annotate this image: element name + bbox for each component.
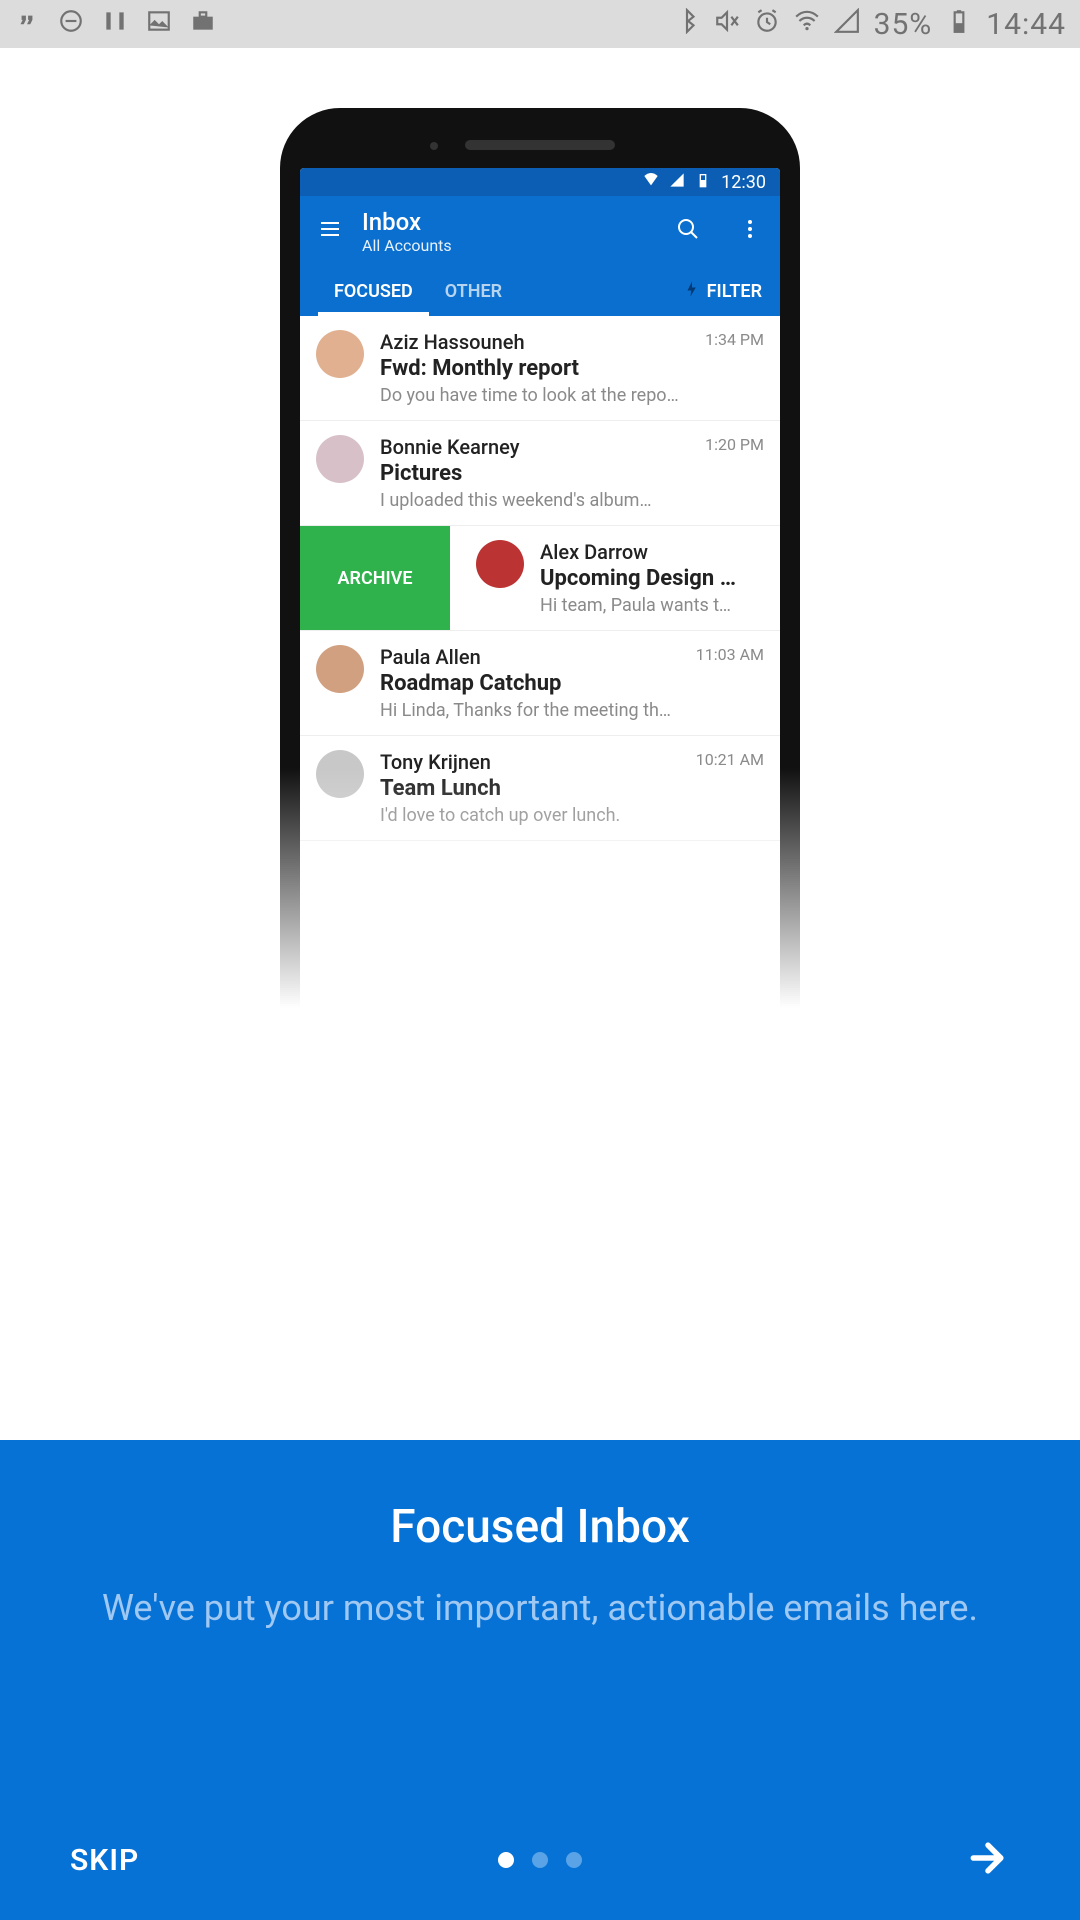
preview: Hi Linda, Thanks for the meeting this… [380, 700, 672, 721]
tab-focused-label: FOCUSED [334, 281, 413, 302]
phone-mock: 12:30 Inbox All Accounts FOCUSED OTHER [220, 108, 860, 1008]
appbar-title: Inbox [362, 208, 452, 236]
wifi-icon [794, 7, 820, 42]
sender: Alex Darrow [540, 540, 740, 564]
time: 1:34 PM [705, 330, 764, 349]
mock-tabs: FOCUSED OTHER FILTER [300, 266, 780, 316]
phone-sensor-dot [430, 142, 438, 150]
battery-icon [695, 172, 711, 193]
appbar-subtitle: All Accounts [362, 236, 452, 255]
skip-button[interactable]: SKIP [70, 1843, 139, 1878]
subject: Roadmap Catchup [380, 671, 672, 696]
tab-focused[interactable]: FOCUSED [318, 266, 429, 316]
wifi-icon [643, 172, 659, 193]
do-not-disturb-icon [58, 7, 84, 42]
search-icon[interactable] [676, 217, 700, 245]
overflow-menu-icon[interactable] [738, 217, 762, 245]
preview: Do you have time to look at the report… [380, 385, 681, 406]
clock-text: 14:44 [986, 7, 1066, 42]
briefcase-icon [190, 7, 216, 42]
preview: I uploaded this weekend's album… [380, 490, 681, 511]
avatar [476, 540, 524, 588]
preview: Hi team, Paula wants to do [540, 595, 740, 616]
quote-icon [14, 7, 40, 42]
sender: Aziz Hassouneh [380, 330, 681, 354]
time: 1:20 PM [705, 435, 764, 454]
carrier-icon [102, 7, 128, 42]
page-indicator [498, 1852, 582, 1868]
message-row[interactable]: Bonnie Kearney Pictures I uploaded this … [300, 421, 780, 526]
avatar [316, 435, 364, 483]
picture-icon [146, 7, 172, 42]
battery-percentage: 35% [874, 7, 933, 42]
message-list: Aziz Hassouneh Fwd: Monthly report Do yo… [300, 316, 780, 1008]
time: 11:03 AM [696, 645, 764, 664]
tab-other[interactable]: OTHER [429, 266, 518, 316]
phone-speaker [465, 140, 615, 150]
mock-appbar: Inbox All Accounts [300, 196, 780, 266]
sender: Tony Krijnen [380, 750, 672, 774]
onboarding-screen: 12:30 Inbox All Accounts FOCUSED OTHER [0, 48, 1080, 1920]
signal-icon [834, 7, 860, 42]
avatar [316, 330, 364, 378]
alarm-icon [754, 7, 780, 42]
message-row-swiped[interactable]: ARCHIVE Alex Darrow Upcoming Design Revi… [300, 526, 780, 631]
signal-icon [669, 172, 685, 193]
arrow-right-icon [966, 1865, 1010, 1884]
sender: Bonnie Kearney [380, 435, 681, 459]
page-dot-3[interactable] [566, 1852, 582, 1868]
phone-screen: 12:30 Inbox All Accounts FOCUSED OTHER [300, 168, 780, 1008]
avatar [316, 645, 364, 693]
mock-status-bar: 12:30 [300, 168, 780, 196]
message-row[interactable]: Aziz Hassouneh Fwd: Monthly report Do yo… [300, 316, 780, 421]
page-dot-1[interactable] [498, 1852, 514, 1868]
hamburger-icon[interactable] [318, 217, 342, 245]
sender: Paula Allen [380, 645, 672, 669]
page-dot-2[interactable] [532, 1852, 548, 1868]
filter-label: FILTER [707, 281, 762, 302]
archive-label: ARCHIVE [338, 568, 413, 589]
battery-icon [946, 7, 972, 42]
host-status-bar: 35% 14:44 [0, 0, 1080, 48]
next-button[interactable] [966, 1836, 1010, 1884]
lightning-icon [683, 280, 701, 303]
archive-action[interactable]: ARCHIVE [300, 526, 450, 630]
time: 10:21 AM [696, 750, 764, 769]
mute-icon [714, 7, 740, 42]
bluetooth-icon [674, 7, 700, 42]
onboarding-footer: SKIP [0, 1830, 1080, 1890]
onboarding-panel: Focused Inbox We've put your most import… [0, 1440, 1080, 1920]
onboarding-subtitle: We've put your most important, actionabl… [102, 1584, 978, 1633]
message-row[interactable]: Tony Krijnen Team Lunch I'd love to catc… [300, 736, 780, 841]
skip-label: SKIP [70, 1843, 139, 1878]
onboarding-title: Focused Inbox [390, 1500, 689, 1554]
tab-other-label: OTHER [445, 281, 502, 302]
message-row[interactable]: Paula Allen Roadmap Catchup Hi Linda, Th… [300, 631, 780, 736]
subject: Team Lunch [380, 776, 672, 801]
preview: I'd love to catch up over lunch. [380, 805, 672, 826]
filter-button[interactable]: FILTER [683, 280, 762, 303]
avatar [316, 750, 364, 798]
subject: Pictures [380, 461, 681, 486]
subject: Upcoming Design Review [540, 566, 740, 591]
subject: Fwd: Monthly report [380, 356, 681, 381]
mock-clock: 12:30 [721, 172, 766, 193]
